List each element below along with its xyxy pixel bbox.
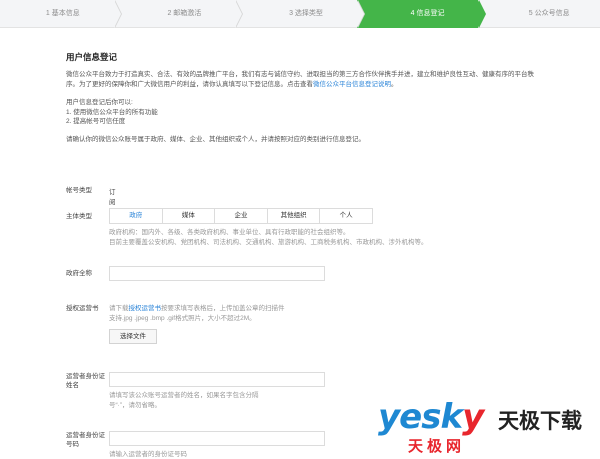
gov-name-label: 政府全称 <box>66 270 92 277</box>
subject-type-hint: 政府机构：国内外、各级、各类政府机构、事业单位、具有行政职能的社会组织等。 目前… <box>109 229 428 246</box>
step-basic-info: 1 基本信息 <box>0 0 122 28</box>
auth-letter-hint: 请下载授权运营书按要求填写表格后，上传加盖公章的扫描件 <box>109 305 285 312</box>
subject-type-media[interactable]: 媒体 <box>162 209 216 223</box>
step-info-registration: 4 信息登记 <box>356 0 486 28</box>
operator-name-input[interactable] <box>109 372 325 387</box>
operator-id-input[interactable] <box>109 431 325 446</box>
step-account-info: 5 公众号信息 <box>528 10 570 17</box>
benefit-item: 2. 提高帐号可信任度 <box>66 118 126 125</box>
registration-guide-link[interactable]: 微信公众平台信息登记说明 <box>313 81 391 88</box>
subject-type-individual[interactable]: 个人 <box>320 209 372 223</box>
step-progress-bar: 1 基本信息 2 邮箱激活 3 选择类型 4 信息登记 5 公众号信息 <box>0 0 600 28</box>
yesky-watermark-logo: yesky 天极下载 天极网 <box>378 397 582 455</box>
auth-letter-label: 授权运营书 <box>66 305 99 312</box>
registration-intro: 用户信息登记 微信公众平台致力于打造真实、合法、有效的品牌推广平台，我们有志与诚… <box>66 52 546 145</box>
subject-type-selector: 政府 媒体 企业 其他组织 个人 <box>109 208 373 224</box>
subject-type-label: 主体类型 <box>66 213 92 220</box>
operator-name-label: 运营者身份证姓名 <box>66 373 105 389</box>
auth-letter-download-link[interactable]: 授权运营书 <box>129 305 162 312</box>
benefit-item: 1. 使用微信公众平台的所有功能 <box>66 108 158 116</box>
operator-id-label: 运营者身份证号码 <box>66 432 105 448</box>
auth-letter-format-hint: 支持.jpg .jpeg .bmp .gif格式照片，大小不超过2M。 <box>109 314 256 322</box>
operator-name-hint: 请填写该公众账号运营者的姓名，如果名字包含分隔 号“·”，请勿省略。 <box>109 392 259 409</box>
account-type-label: 帐号类型 <box>66 187 92 194</box>
category-notice: 请确认你的微信公众账号属于政府、媒体、企业、其他组织或个人，并请按照对应的类别进… <box>66 135 365 143</box>
step-select-type: 3 选择类型 <box>235 0 365 28</box>
operator-id-hint: 请输入运营者的身份证号码 <box>109 451 187 458</box>
subject-type-enterprise[interactable]: 企业 <box>215 209 268 223</box>
benefits-list: 用户信息登记后你可以: 1. 使用微信公众平台的所有功能 2. 提高帐号可信任度 <box>66 98 546 127</box>
step-email-activation: 2 邮箱激活 <box>114 0 243 28</box>
benefits-title: 用户信息登记后你可以: <box>66 99 133 106</box>
gov-name-input[interactable] <box>109 266 325 281</box>
subject-type-other-org[interactable]: 其他组织 <box>267 209 321 223</box>
page-title: 用户信息登记 <box>66 52 118 62</box>
intro-text: 微信公众平台致力于打造真实、合法、有效的品牌推广平台，我们有志与诚信守约、进取担… <box>66 71 534 88</box>
select-file-button[interactable]: 选择文件 <box>109 329 157 344</box>
subject-type-government[interactable]: 政府 <box>110 209 163 223</box>
